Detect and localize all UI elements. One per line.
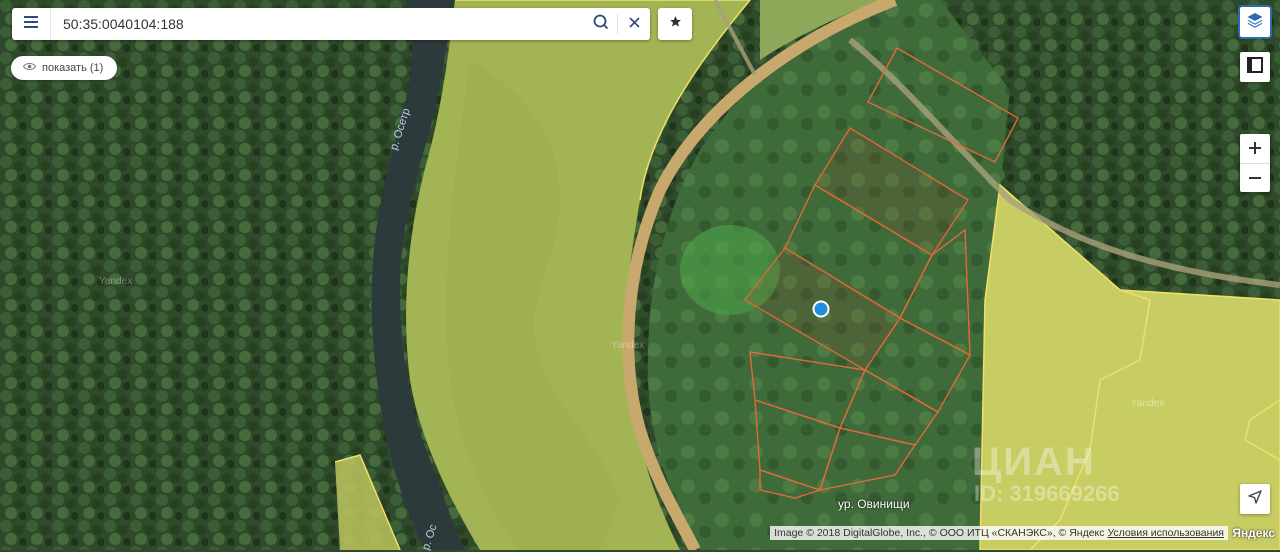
show-results-label: показать (1) — [42, 62, 104, 74]
search-input[interactable] — [51, 9, 585, 39]
place-label: ур. Овинищи — [838, 497, 910, 511]
map-attribution: Image © 2018 DigitalGlobe, Inc., © ООО И… — [770, 526, 1228, 540]
eye-icon — [22, 62, 42, 74]
layers-icon — [1246, 11, 1264, 34]
zoom-in-button[interactable] — [1240, 134, 1270, 163]
plus-icon — [1249, 137, 1261, 160]
panel-button[interactable] — [1240, 52, 1270, 82]
search-bar — [12, 8, 650, 40]
panel-icon — [1247, 56, 1263, 78]
menu-icon — [24, 15, 38, 33]
zoom-out-button[interactable] — [1240, 164, 1270, 193]
location-marker[interactable] — [812, 300, 830, 318]
menu-button[interactable] — [12, 8, 51, 40]
show-results-button[interactable]: показать (1) — [11, 56, 118, 80]
favorite-button[interactable] — [658, 8, 692, 40]
zoom-control — [1240, 134, 1270, 192]
yandex-logo[interactable]: Яндекс — [1232, 526, 1275, 540]
search-icon — [593, 14, 609, 35]
tile-label-right: Yandex — [1131, 398, 1165, 409]
terms-link[interactable]: Условия использования — [1107, 527, 1224, 539]
layers-button[interactable] — [1240, 7, 1270, 37]
close-icon — [628, 15, 640, 33]
navigation-arrow-icon — [1248, 489, 1262, 509]
satellite-map[interactable] — [0, 0, 1280, 550]
attribution-text: Image © 2018 DigitalGlobe, Inc., © ООО И… — [774, 527, 1105, 539]
locate-button[interactable] — [1240, 484, 1270, 514]
tile-label-left: Yandex — [99, 276, 133, 287]
tile-label-center: Yandex — [611, 340, 645, 351]
clear-button[interactable] — [618, 8, 650, 40]
minus-icon — [1249, 167, 1261, 190]
star-icon — [669, 15, 682, 33]
search-button[interactable] — [585, 8, 617, 40]
